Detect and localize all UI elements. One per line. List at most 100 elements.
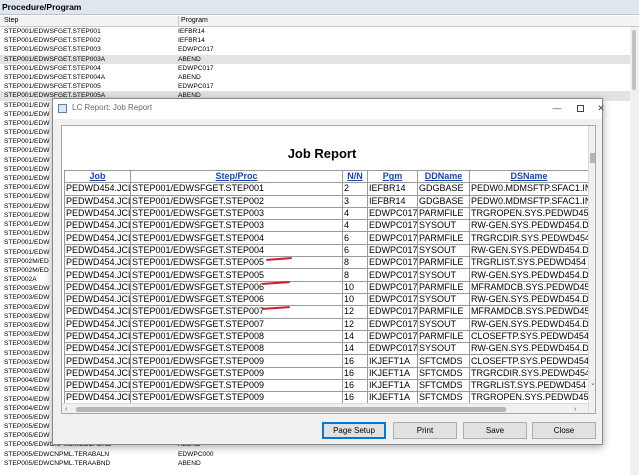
table-row[interactable]: PEDWD454.JCL STEP001/EDWSFGET.STEP005 8 EDW… [64, 256, 589, 270]
table-row[interactable]: PEDWD454.JCL STEP001/EDWSFGET.STEP007 12 ED… [64, 305, 589, 319]
job-cell: PEDWD454.JCL [64, 305, 131, 319]
scroll-down-icon[interactable]: ⌄ [589, 380, 595, 388]
step-proc-cell: STEP001/EDWSFGET.STEP005 [130, 268, 343, 282]
list-item[interactable]: STEP005/EDWCNPML.TERAABND ABEND [0, 459, 639, 468]
step-proc-cell: STEP001/EDWSFGET.STEP003 [130, 206, 343, 221]
print-button[interactable]: Print [393, 422, 457, 439]
list-scrollbar-thumb[interactable] [632, 30, 636, 90]
pgm-cell: EDWPC017 [367, 206, 418, 221]
list-item[interactable]: STEP001/EDWSFGET.STEP001 IEFBR14 [0, 27, 639, 36]
table-row[interactable]: PEDWD454.JCL STEP001/EDWSFGET.STEP006 10 ED… [64, 280, 589, 294]
column-header-job[interactable]: Job [64, 169, 131, 184]
table-row[interactable]: PEDWD454.JCL STEP001/EDWSFGET.STEP005 8 EDW… [64, 268, 589, 282]
nn-cell: 6 [342, 231, 368, 245]
pgm-cell: EDWPC017 [367, 231, 418, 245]
dsname-cell: PEDW0.MDMSFTP.SFAC1.INB [469, 182, 589, 196]
step-cell: STEP001/EDW [4, 239, 50, 247]
list-scrollbar[interactable] [630, 27, 639, 475]
vertical-scrollbar-thumb[interactable] [590, 153, 595, 163]
ddname-cell: SYSOUT [417, 268, 470, 282]
maximize-button[interactable] [571, 101, 589, 116]
column-header-step[interactable]: Step [4, 16, 18, 26]
scroll-right-icon[interactable]: › [574, 404, 576, 413]
dialog-titlebar[interactable]: LC Report: Job Report — ✕ [53, 99, 605, 119]
scroll-left-icon[interactable]: ‹ [65, 404, 67, 413]
step-cell: STEP003/EDW [4, 294, 50, 302]
pgm-cell: EDWPC017 [367, 219, 418, 233]
table-row[interactable]: PEDWD454.JCL STEP001/EDWSFGET.STEP008 14 ED… [64, 329, 589, 344]
pgm-cell: EDWPC017 [367, 280, 418, 294]
nn-cell: 10 [342, 280, 368, 294]
column-header-step-proc[interactable]: Step/Proc [130, 169, 343, 184]
column-header-program[interactable]: Program [178, 16, 208, 27]
step-proc-cell: STEP001/EDWSFGET.STEP003 [130, 219, 343, 233]
step-proc-cell: STEP001/EDWSFGET.STEP006 [130, 292, 343, 307]
list-item[interactable]: STEP001/EDWSFGET.STEP004 EDWPC017 [0, 64, 639, 73]
step-cell: STEP003/EDW [4, 285, 50, 293]
step-proc-cell: STEP001/EDWSFGET.STEP006 [130, 280, 343, 294]
pgm-cell: EDWPC017 [367, 256, 418, 270]
step-cell: STEP003/EDW [4, 303, 50, 311]
vertical-scrollbar[interactable]: ⌄ [588, 126, 595, 413]
table-row[interactable]: PEDWD454.JCL STEP001/EDWSFGET.STEP009 16 IK… [64, 379, 589, 393]
job-cell: PEDWD454.JCL [64, 280, 131, 294]
page-setup-button[interactable]: Page Setup [322, 422, 386, 439]
minimize-button[interactable]: — [548, 101, 566, 116]
program-cell: ABEND [178, 459, 201, 467]
step-cell: STEP004/EDW [4, 404, 50, 412]
table-row[interactable]: PEDWD454.JCL STEP001/EDWSFGET.STEP001 2 IEF… [64, 182, 589, 196]
step-cell: STEP003/EDW [4, 358, 50, 366]
table-row[interactable]: PEDWD454.JCL STEP001/EDWSFGET.STEP004 6 EDW… [64, 243, 589, 258]
pgm-cell: IEFBR14 [367, 194, 418, 208]
horizontal-scrollbar-thumb[interactable] [76, 407, 506, 412]
table-row[interactable]: PEDWD454.JCL STEP001/EDWSFGET.STEP006 10 ED… [64, 292, 589, 307]
nn-cell: 6 [342, 243, 368, 258]
list-item[interactable]: STEP001/EDWSFGET.STEP004A ABEND [0, 73, 639, 82]
table-row[interactable]: PEDWD454.JCL STEP001/EDWSFGET.STEP003 4 EDW… [64, 219, 589, 233]
list-header: Step Program [0, 16, 639, 27]
step-cell: STEP001/EDW [4, 248, 50, 256]
step-proc-cell: STEP001/EDWSFGET.STEP007 [130, 317, 343, 331]
list-item[interactable]: STEP001/EDWSFGET.STEP002 IEFBR14 [0, 36, 639, 45]
column-header-nn[interactable]: N/N [342, 169, 368, 184]
list-item[interactable]: STEP001/EDWSFGET.STEP003A ABEND [0, 54, 639, 64]
column-header-pgm[interactable]: Pgm [367, 169, 418, 184]
job-cell: PEDWD454.JCL [64, 231, 131, 245]
ddname-cell: SFTCMDS [417, 354, 470, 368]
ddname-cell: PARMFILE [417, 280, 470, 294]
list-item[interactable]: STEP001/EDWSFGET.STEP005 EDWPC017 [0, 82, 639, 91]
pgm-cell: EDWPC017 [367, 305, 418, 319]
list-item[interactable]: STEP005/EDWCNPML.TERABALN EDWPC000 [0, 450, 639, 459]
table-row[interactable]: PEDWD454.JCL STEP001/EDWSFGET.STEP009 16 IK… [64, 366, 589, 381]
program-cell: EDWPC017 [178, 46, 214, 54]
step-cell: STEP001/EDWSFGET.STEP004 [4, 64, 101, 72]
step-cell: STEP001/EDW [4, 184, 50, 192]
table-row[interactable]: PEDWD454.JCL STEP001/EDWSFGET.STEP009 16 IK… [64, 354, 589, 368]
table-row[interactable]: PEDWD454.JCL STEP001/EDWSFGET.STEP002 3 IEF… [64, 194, 589, 208]
dsname-cell: TRGRLIST.SYS.PEDWD454 [469, 379, 589, 393]
step-cell: STEP002M/ED [4, 266, 49, 274]
step-cell: STEP003/EDW [4, 340, 50, 348]
step-proc-cell: STEP001/EDWSFGET.STEP009 [130, 354, 343, 368]
ddname-cell: SYSOUT [417, 292, 470, 307]
step-cell: STEP003/EDW [4, 312, 50, 320]
step-cell: STEP002M/ED [4, 257, 49, 265]
nn-cell: 16 [342, 379, 368, 393]
table-row[interactable]: PEDWD454.JCL STEP001/EDWSFGET.STEP004 6 EDW… [64, 231, 589, 245]
nn-cell: 14 [342, 342, 368, 356]
table-row[interactable]: PEDWD454.JCL STEP001/EDWSFGET.STEP003 4 EDW… [64, 206, 589, 221]
horizontal-scrollbar[interactable]: ‹ › [62, 403, 588, 413]
table-row[interactable]: PEDWD454.JCL STEP001/EDWSFGET.STEP008 14 ED… [64, 342, 589, 356]
job-cell: PEDWD454.JCL [64, 366, 131, 381]
step-cell: STEP001/EDWSFGET.STEP005 [4, 83, 101, 91]
table-row[interactable]: PEDWD454.JCL STEP001/EDWSFGET.STEP007 12 ED… [64, 317, 589, 331]
job-cell: PEDWD454.JCL [64, 243, 131, 258]
step-cell: STEP001/EDWSFGET.STEP004A [4, 73, 106, 81]
column-header-dsname[interactable]: DSName [469, 169, 589, 184]
column-header-ddname[interactable]: DDName [417, 169, 470, 184]
program-cell: IEFBR14 [178, 28, 205, 35]
list-item[interactable]: STEP001/EDWSFGET.STEP003 EDWPC017 [0, 45, 639, 54]
save-button[interactable]: Save [463, 422, 527, 439]
close-button[interactable]: Close [532, 422, 596, 439]
close-window-button[interactable]: ✕ [592, 101, 610, 116]
